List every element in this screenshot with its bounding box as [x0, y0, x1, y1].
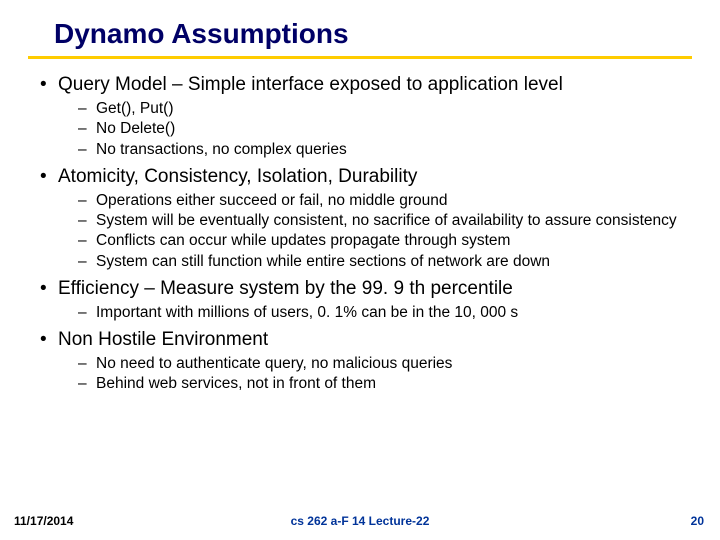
bullet-text: Query Model – Simple interface exposed t… — [58, 74, 563, 95]
sub-item: Important with millions of users, 0. 1% … — [78, 303, 692, 322]
sub-item: Conflicts can occur while updates propag… — [78, 231, 692, 250]
bullet-item: Query Model – Simple interface exposed t… — [38, 73, 692, 159]
sub-list: Get(), Put() No Delete() No transactions… — [58, 99, 692, 159]
bullet-text: Atomicity, Consistency, Isolation, Durab… — [58, 166, 417, 187]
sub-list: No need to authenticate query, no malici… — [58, 354, 692, 394]
sub-list: Operations either succeed or fail, no mi… — [58, 191, 692, 272]
slide-content: Query Model – Simple interface exposed t… — [28, 73, 692, 394]
slide-footer: 11/17/2014 cs 262 a-F 14 Lecture-22 20 — [0, 514, 720, 528]
bullet-item: Non Hostile Environment No need to authe… — [38, 328, 692, 394]
sub-item: System can still function while entire s… — [78, 252, 692, 271]
bullet-text: Non Hostile Environment — [58, 329, 268, 350]
sub-list: Important with millions of users, 0. 1% … — [58, 303, 692, 322]
sub-item: No transactions, no complex queries — [78, 140, 692, 159]
sub-item: Get(), Put() — [78, 99, 692, 118]
sub-item: Behind web services, not in front of the… — [78, 374, 692, 393]
bullet-item: Atomicity, Consistency, Isolation, Durab… — [38, 165, 692, 271]
slide-title: Dynamo Assumptions — [28, 18, 692, 56]
bullet-item: Efficiency – Measure system by the 99. 9… — [38, 277, 692, 322]
sub-item: System will be eventually consistent, no… — [78, 211, 692, 230]
sub-item: No need to authenticate query, no malici… — [78, 354, 692, 373]
footer-center: cs 262 a-F 14 Lecture-22 — [291, 514, 430, 528]
slide: Dynamo Assumptions Query Model – Simple … — [0, 0, 720, 540]
bullet-text: Efficiency – Measure system by the 99. 9… — [58, 278, 513, 299]
footer-page: 20 — [691, 514, 704, 528]
sub-item: Operations either succeed or fail, no mi… — [78, 191, 692, 210]
sub-item: No Delete() — [78, 119, 692, 138]
footer-date: 11/17/2014 — [0, 514, 73, 528]
bullet-list: Query Model – Simple interface exposed t… — [38, 73, 692, 394]
title-underline — [28, 56, 692, 59]
